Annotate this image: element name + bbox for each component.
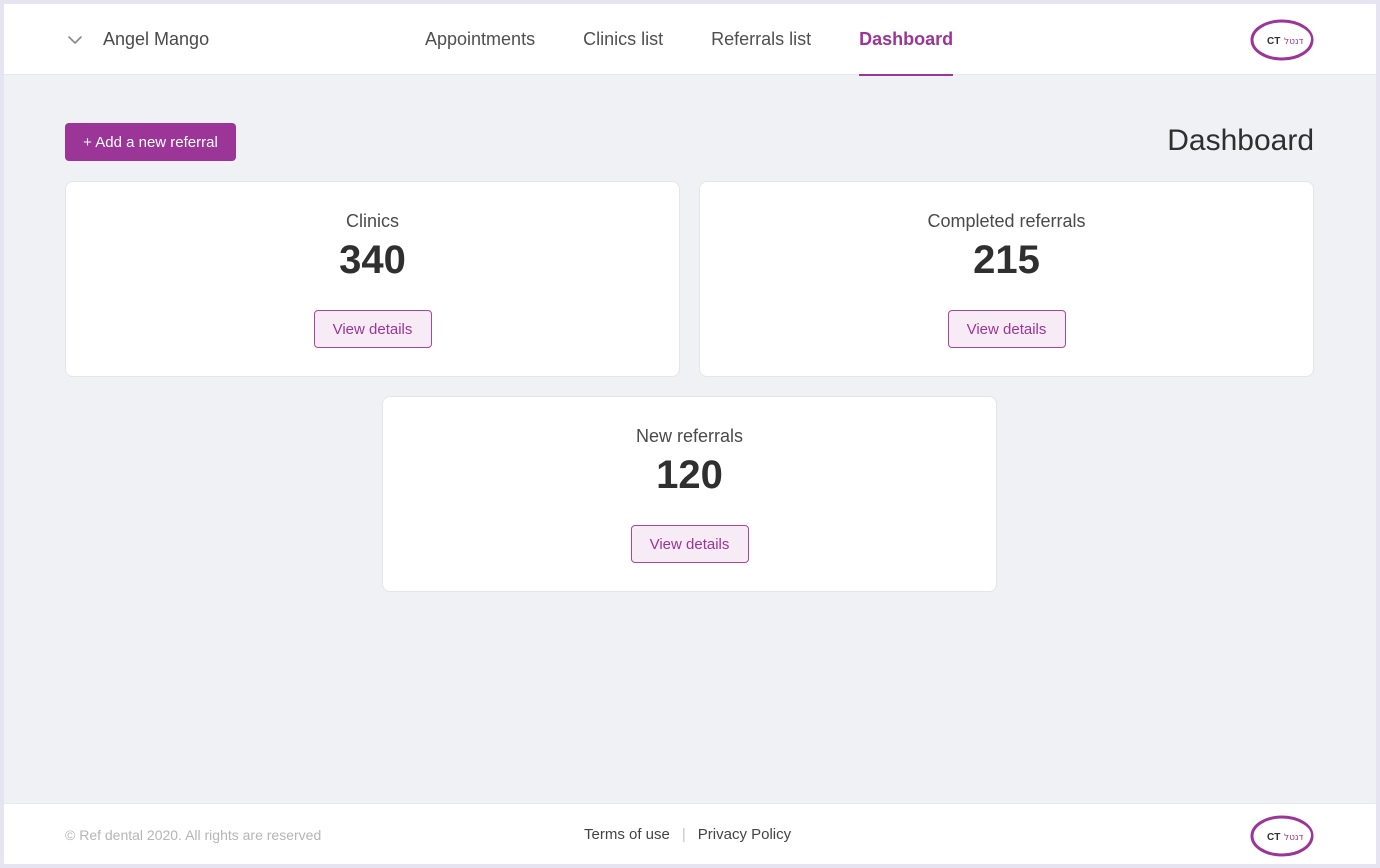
footer-links: Terms of use | Privacy Policy bbox=[584, 804, 791, 864]
card-value: 340 bbox=[339, 238, 406, 282]
page-title: Dashboard bbox=[1167, 124, 1314, 157]
view-details-button[interactable]: View details bbox=[947, 310, 1066, 348]
view-details-button[interactable]: View details bbox=[313, 310, 432, 348]
stat-card-new-referrals: New referrals 120 View details bbox=[382, 396, 997, 592]
add-referral-button[interactable]: + Add a new referral bbox=[65, 123, 236, 161]
brand-logo[interactable]: CT דנטל bbox=[1250, 815, 1314, 857]
logo-graphic: CT דנטל bbox=[1250, 19, 1314, 61]
nav-dashboard[interactable]: Dashboard bbox=[859, 4, 954, 76]
nav-referrals-list[interactable]: Referrals list bbox=[711, 4, 811, 75]
logo-text-hebrew: דנטל bbox=[1284, 37, 1304, 47]
nav-clinics-list[interactable]: Clinics list bbox=[583, 4, 663, 75]
terms-of-use-link[interactable]: Terms of use bbox=[584, 826, 670, 843]
top-header: Angel Mango Appointments Clinics list Re… bbox=[4, 4, 1376, 76]
privacy-policy-link[interactable]: Privacy Policy bbox=[698, 826, 791, 843]
main-nav: Appointments Clinics list Referrals list… bbox=[425, 4, 1001, 76]
footer: © Ref dental 2020. All rights are reserv… bbox=[4, 803, 1376, 864]
card-value: 120 bbox=[656, 453, 723, 497]
user-menu[interactable]: Angel Mango bbox=[66, 4, 209, 75]
nav-appointments[interactable]: Appointments bbox=[425, 4, 535, 75]
app-frame: Angel Mango Appointments Clinics list Re… bbox=[4, 4, 1376, 864]
user-name: Angel Mango bbox=[103, 29, 210, 49]
brand-logo[interactable]: CT דנטל bbox=[1250, 19, 1314, 61]
view-details-button[interactable]: View details bbox=[630, 525, 749, 563]
stat-card-completed-referrals: Completed referrals 215 View details bbox=[699, 181, 1314, 377]
logo-text-latin: CT bbox=[1267, 36, 1280, 47]
footer-separator: | bbox=[681, 826, 686, 843]
logo-graphic: CT דנטל bbox=[1250, 815, 1314, 857]
logo-text-hebrew: דנטל bbox=[1284, 833, 1304, 843]
card-label: Completed referrals bbox=[927, 211, 1086, 231]
card-value: 215 bbox=[973, 238, 1040, 282]
copyright-text: © Ref dental 2020. All rights are reserv… bbox=[65, 826, 322, 843]
logo-text-latin: CT bbox=[1267, 832, 1280, 843]
card-label: New referrals bbox=[635, 426, 744, 446]
stat-card-clinics: Clinics 340 View details bbox=[65, 181, 680, 377]
chevron-down-icon bbox=[68, 35, 82, 44]
card-label: Clinics bbox=[345, 211, 399, 231]
